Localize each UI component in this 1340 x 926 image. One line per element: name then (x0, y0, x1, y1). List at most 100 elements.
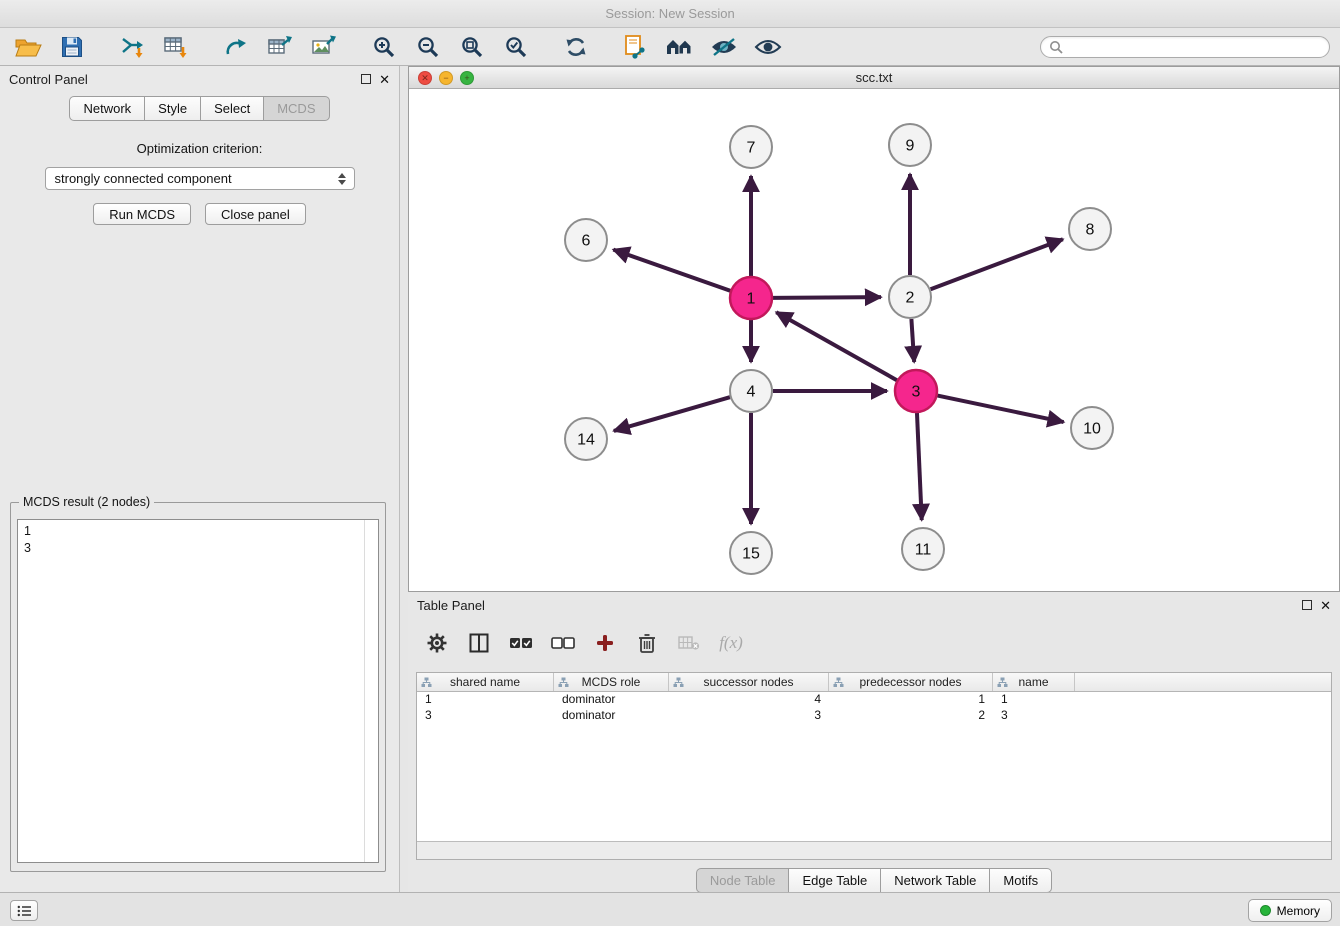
two-houses-icon (665, 36, 695, 58)
table-cell[interactable]: 1 (993, 692, 1075, 708)
node-label-14: 14 (577, 432, 595, 449)
edge-2-8[interactable] (931, 239, 1063, 289)
tab-style[interactable]: Style (145, 96, 201, 121)
table-horizontal-scrollbar[interactable] (417, 841, 1331, 859)
zoom-selected-button[interactable] (498, 31, 534, 63)
table-panel-title: Table Panel (417, 598, 485, 613)
close-window-icon[interactable]: ✕ (418, 71, 432, 85)
tab-motifs[interactable]: Motifs (990, 868, 1052, 893)
column-header-predecessor-nodes[interactable]: predecessor nodes (829, 673, 993, 691)
table-cell[interactable]: 1 (417, 692, 554, 708)
layout-group (558, 31, 594, 63)
checked-boxes-icon (509, 636, 533, 650)
column-header-shared-name[interactable]: shared name (417, 673, 554, 691)
export-table-button[interactable] (262, 31, 298, 63)
table-panel-header: Table Panel ✕ (408, 592, 1340, 618)
function-builder-button[interactable]: f(x) (718, 630, 744, 656)
table-cell[interactable]: dominator (554, 708, 669, 724)
table-cell[interactable]: 3 (993, 708, 1075, 724)
network-canvas[interactable]: 7968124314101511 (409, 89, 1339, 591)
import-table-icon (163, 35, 189, 59)
close-table-panel-icon[interactable]: ✕ (1320, 599, 1331, 612)
save-session-button[interactable] (54, 31, 90, 63)
network-window-title: scc.txt (856, 70, 893, 85)
tab-select[interactable]: Select (201, 96, 264, 121)
show-graphics-details-button[interactable] (750, 31, 786, 63)
table-panel: Table Panel ✕ (408, 592, 1340, 892)
eye-icon (754, 37, 782, 57)
tab-network-table[interactable]: Network Table (881, 868, 990, 893)
create-column-button[interactable] (592, 630, 618, 656)
run-mcds-button[interactable]: Run MCDS (93, 203, 191, 225)
criterion-dropdown[interactable]: strongly connected component (45, 167, 355, 190)
memory-label: Memory (1277, 904, 1320, 918)
search-icon (1049, 40, 1063, 54)
node-label-11: 11 (915, 542, 932, 559)
column-header-mcds-role[interactable]: MCDS role (554, 673, 669, 691)
network-window-titlebar[interactable]: ✕ − + scc.txt (409, 67, 1339, 89)
tab-network[interactable]: Network (69, 96, 145, 121)
zoom-out-button[interactable] (410, 31, 446, 63)
open-session-button[interactable] (10, 31, 46, 63)
tab-node-table[interactable]: Node Table (696, 868, 790, 893)
edge-4-14[interactable] (614, 397, 730, 431)
task-history-button[interactable] (10, 900, 38, 921)
table-cell[interactable]: 1 (829, 692, 993, 708)
new-network-from-selection-button[interactable] (618, 31, 654, 63)
apply-layout-button[interactable] (558, 31, 594, 63)
control-panel-header: Control Panel ✕ (0, 66, 399, 92)
table-cell[interactable]: 2 (829, 708, 993, 724)
traffic-lights: ✕ − + (418, 71, 474, 85)
float-window-icon[interactable] (361, 74, 371, 84)
table-cell[interactable]: 3 (669, 708, 829, 724)
edge-1-6[interactable] (613, 250, 730, 291)
memory-button[interactable]: Memory (1248, 899, 1332, 922)
table-row-2[interactable]: 3dominator323 (417, 708, 1331, 724)
minimize-window-icon[interactable]: − (439, 71, 453, 85)
hide-graphics-details-button[interactable] (706, 31, 742, 63)
table-row-1[interactable]: 1dominator411 (417, 692, 1331, 708)
search-box[interactable] (1040, 36, 1330, 58)
close-panel-icon[interactable]: ✕ (379, 73, 390, 86)
edge-3-11[interactable] (917, 413, 922, 520)
close-panel-button[interactable]: Close panel (205, 203, 306, 225)
criterion-value: strongly connected component (55, 171, 338, 186)
edge-1-2[interactable] (773, 297, 881, 298)
column-header-filler (1075, 673, 1331, 691)
refresh-arrows-icon (564, 35, 588, 59)
zoom-window-icon[interactable]: + (460, 71, 474, 85)
export-image-button[interactable] (306, 31, 342, 63)
new-network-button[interactable] (218, 31, 254, 63)
float-table-panel-icon[interactable] (1302, 600, 1312, 610)
table-cell[interactable]: dominator (554, 692, 669, 708)
plus-icon (595, 633, 615, 653)
search-input[interactable] (1068, 39, 1321, 54)
column-header-successor-nodes[interactable]: successor nodes (669, 673, 829, 691)
tab-edge-table[interactable]: Edge Table (789, 868, 881, 893)
edge-3-10[interactable] (938, 396, 1064, 423)
column-header-name[interactable]: name (993, 673, 1075, 691)
first-neighbors-button[interactable] (662, 31, 698, 63)
control-panel-title: Control Panel (9, 72, 88, 87)
import-network-button[interactable] (114, 31, 150, 63)
import-table-button[interactable] (158, 31, 194, 63)
tab-mcds[interactable]: MCDS (264, 96, 329, 121)
edge-3-1[interactable] (776, 312, 897, 380)
unselect-all-columns-button[interactable] (550, 630, 576, 656)
table-settings-button[interactable] (424, 630, 450, 656)
zoom-fit-button[interactable] (454, 31, 490, 63)
memory-status-icon (1260, 905, 1271, 916)
edge-2-3[interactable] (911, 319, 914, 362)
table-cell[interactable]: 4 (669, 692, 829, 708)
delete-column-button[interactable] (634, 630, 660, 656)
mcds-result-text[interactable]: 1 3 (17, 519, 379, 863)
columns-icon (469, 633, 489, 653)
zoom-in-button[interactable] (366, 31, 402, 63)
show-column-panel-button[interactable] (466, 630, 492, 656)
select-all-columns-button[interactable] (508, 630, 534, 656)
status-bar: Memory (0, 892, 1340, 926)
table-cell[interactable]: 3 (417, 708, 554, 724)
column-label: MCDS role (582, 675, 641, 689)
delete-table-button[interactable] (676, 630, 702, 656)
list-icon (17, 905, 32, 917)
